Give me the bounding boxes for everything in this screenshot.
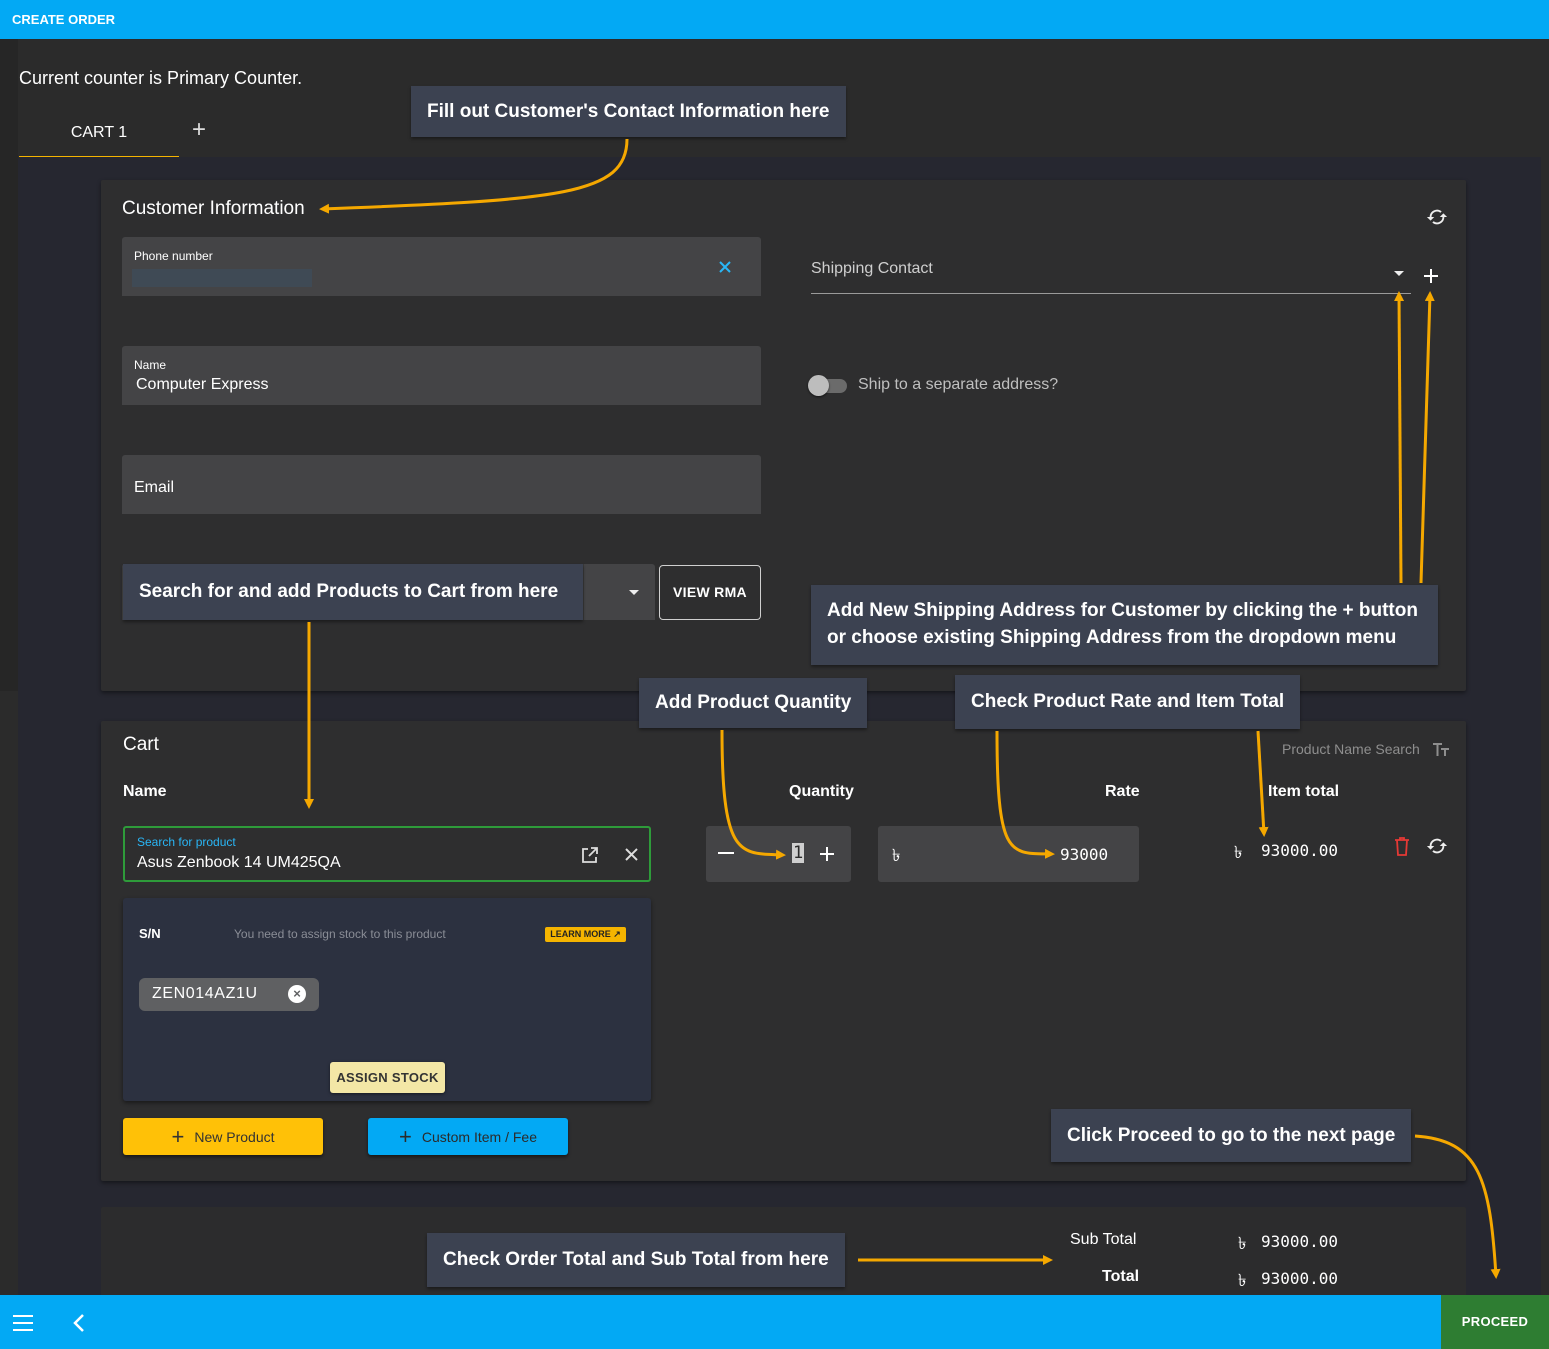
arrow-item-total [1256, 730, 1269, 837]
annotation-arrows [304, 138, 1501, 1279]
arrow-dropdown [1394, 291, 1405, 584]
arrow-contact [319, 138, 629, 214]
arrow-rate [995, 730, 1055, 859]
arrow-proceed [1414, 1134, 1501, 1279]
arrow-quantity [720, 729, 786, 860]
arrow-plus [1419, 291, 1435, 584]
